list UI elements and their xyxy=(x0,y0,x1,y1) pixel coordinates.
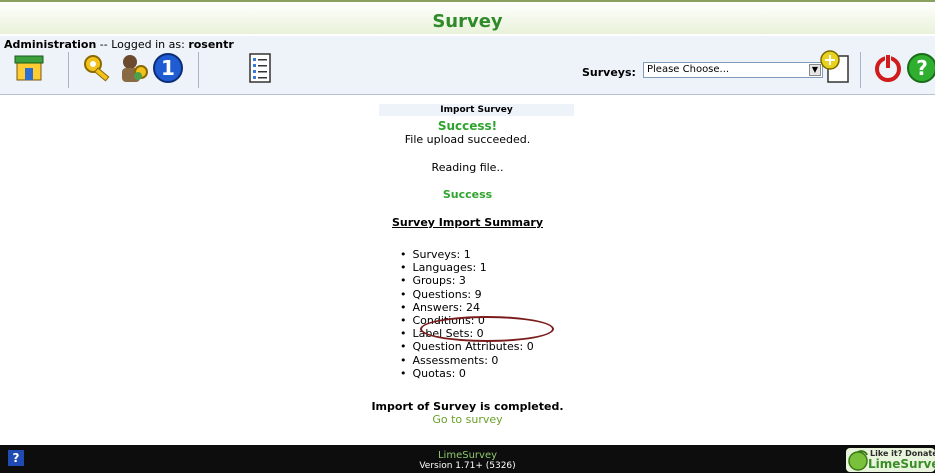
reading-message: Reading file.. xyxy=(431,161,504,174)
help-icon[interactable]: ? xyxy=(906,52,935,84)
logout-icon[interactable] xyxy=(872,52,904,84)
success-message: Success xyxy=(442,188,493,201)
list-item: Groups: 3 xyxy=(400,274,534,287)
title-bar: Survey xyxy=(0,0,935,34)
completed-message: Import of Survey is completed. xyxy=(371,400,564,413)
security-key-icon[interactable] xyxy=(82,52,114,84)
user-name: rosentr xyxy=(188,38,234,51)
page-title: Survey xyxy=(432,11,503,32)
highlight-ellipse xyxy=(420,316,554,342)
toolbar-separator xyxy=(198,52,199,88)
svg-text:?: ? xyxy=(916,56,928,80)
lime-logo-icon xyxy=(848,450,868,471)
svg-text:1: 1 xyxy=(161,56,175,80)
list-item: Question Attributes: 0 xyxy=(400,340,534,353)
logged-in-text: -- Logged in as: xyxy=(96,38,189,51)
go-link-row: Go to survey xyxy=(0,413,935,426)
info-icon[interactable]: 1 xyxy=(152,52,184,84)
list-item: Languages: 1 xyxy=(400,261,534,274)
donate-line2: LimeSurvey xyxy=(868,457,935,471)
admin-status: Administration -- Logged in as: rosentr xyxy=(4,38,234,51)
toolbar-separator xyxy=(68,52,69,88)
admin-label: Administration xyxy=(4,38,97,51)
panel-title: Import Survey xyxy=(379,104,574,116)
upload-message: File upload succeeded. xyxy=(404,133,531,146)
list-item: Assessments: 0 xyxy=(400,354,534,367)
go-to-survey-link[interactable]: Go to survey xyxy=(432,413,502,426)
survey-list-icon[interactable] xyxy=(244,52,276,84)
footer: ? LimeSurvey Version 1.71+ (5326) xyxy=(0,445,935,473)
admin-toolbar: Administration -- Logged in as: rosentr xyxy=(0,36,935,95)
list-item: Answers: 24 xyxy=(400,301,534,314)
surveys-select-value: Please Choose... xyxy=(647,64,730,75)
toolbar-separator xyxy=(860,52,861,88)
surveys-select[interactable]: Please Choose... ▼ xyxy=(643,62,823,78)
surveys-label: Surveys: xyxy=(582,66,636,79)
list-item: Quotas: 0 xyxy=(400,367,534,380)
new-survey-icon[interactable] xyxy=(820,50,852,83)
summary-list: Surveys: 1 Languages: 1 Groups: 3 Questi… xyxy=(400,248,534,380)
list-item: Surveys: 1 xyxy=(400,248,534,261)
home-icon[interactable] xyxy=(13,52,45,84)
users-key-icon[interactable] xyxy=(118,52,150,84)
donate-button[interactable]: Like it? Donate to LimeSurvey xyxy=(846,448,935,472)
summary-title: Survey Import Summary xyxy=(391,216,543,229)
footer-version: Version 1.71+ (5326) xyxy=(419,461,516,471)
list-item: Questions: 9 xyxy=(400,288,534,301)
success-heading: Success! xyxy=(437,119,498,133)
footer-brand[interactable]: LimeSurvey xyxy=(0,450,935,461)
